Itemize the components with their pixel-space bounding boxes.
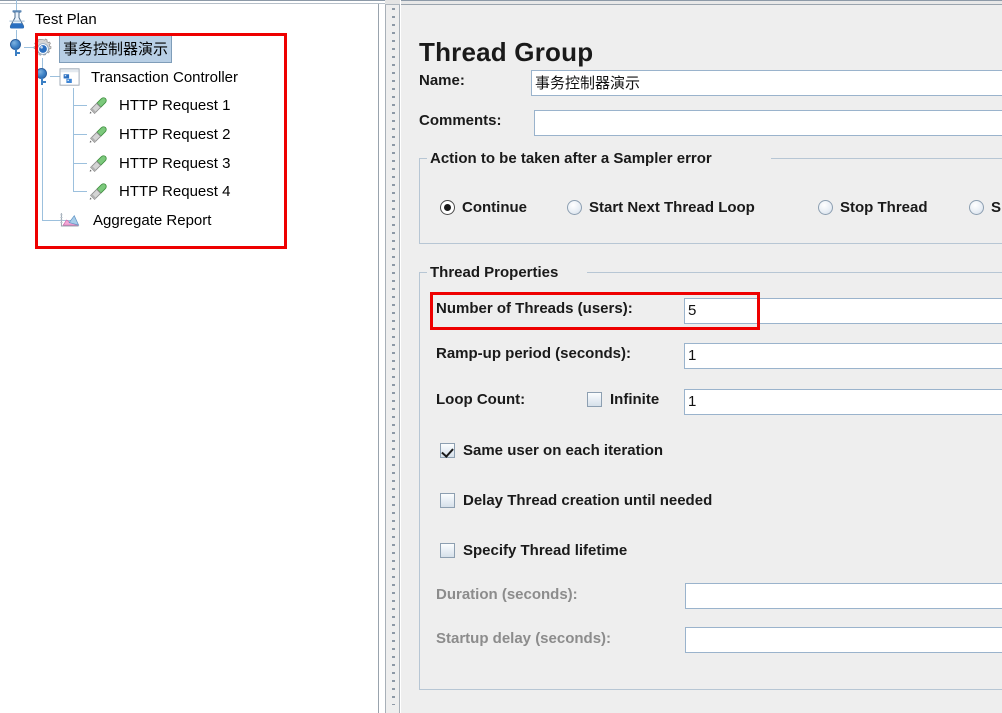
tree-node-label: HTTP Request 3 bbox=[119, 155, 231, 172]
radio-start-next-thread-loop[interactable]: Start Next Thread Loop bbox=[567, 199, 755, 216]
test-plan-tree-panel[interactable]: Test Plan 事务控制器演示 Transaction Controller… bbox=[0, 0, 385, 713]
page-title: Thread Group bbox=[419, 37, 594, 68]
panel-splitter[interactable] bbox=[385, 0, 400, 713]
radio-start-next-thread-loop-indicator[interactable] bbox=[567, 200, 582, 215]
tree-node-aggregate-report[interactable]: Aggregate Report bbox=[58, 208, 213, 234]
radio-stop-test[interactable]: S bbox=[969, 199, 1001, 216]
number-of-threads-row: Number of Threads (users): bbox=[436, 300, 633, 317]
tree-connector bbox=[73, 191, 87, 192]
thread-properties-group-border bbox=[587, 272, 1002, 273]
checkbox-same-user-on-each-iteration[interactable]: Same user on each iteration bbox=[440, 442, 663, 459]
radio-continue[interactable]: Continue bbox=[440, 199, 527, 216]
tree-panel-top-border bbox=[0, 0, 385, 4]
loop-count-row: Loop Count: bbox=[436, 391, 525, 408]
tree-node-label: Test Plan bbox=[35, 11, 97, 28]
startup-delay-input[interactable] bbox=[685, 627, 1002, 653]
thread-group-gear-icon bbox=[32, 38, 54, 60]
checkbox-delay-thread-creation-label: Delay Thread creation until needed bbox=[463, 492, 713, 509]
name-label: Name: bbox=[419, 72, 465, 89]
radio-stop-thread[interactable]: Stop Thread bbox=[818, 199, 928, 216]
http-request-pipette-icon bbox=[86, 124, 112, 146]
test-plan-flask-icon bbox=[6, 9, 28, 31]
splitter-grip-icon bbox=[392, 8, 395, 705]
tree-node-label: 事务控制器演示 bbox=[59, 35, 173, 63]
comments-label: Comments: bbox=[419, 112, 502, 129]
name-row: Name: bbox=[419, 72, 531, 89]
startup-delay-row: Startup delay (seconds): bbox=[436, 630, 611, 647]
comments-input[interactable] bbox=[534, 110, 1002, 136]
sampler-error-group-border bbox=[419, 158, 427, 159]
tree-connector bbox=[73, 88, 74, 192]
sampler-error-legend: Action to be taken after a Sampler error bbox=[427, 150, 715, 167]
startup-delay-label: Startup delay (seconds): bbox=[436, 630, 612, 647]
duration-row: Duration (seconds): bbox=[436, 586, 578, 603]
tree-panel-right-border bbox=[378, 4, 379, 713]
checkbox-infinite-indicator[interactable] bbox=[587, 392, 602, 407]
tree-node-label: HTTP Request 4 bbox=[119, 183, 231, 200]
handle-bar-icon bbox=[41, 81, 46, 83]
aggregate-report-chart-icon bbox=[58, 210, 86, 232]
name-input[interactable] bbox=[531, 70, 1002, 96]
tree-node-label: HTTP Request 2 bbox=[119, 126, 231, 143]
tree-node-label: HTTP Request 1 bbox=[119, 97, 231, 114]
checkbox-specify-thread-lifetime-indicator[interactable] bbox=[440, 543, 455, 558]
tree-node-http-request-2[interactable]: HTTP Request 2 bbox=[86, 122, 232, 148]
radio-start-next-thread-loop-label: Start Next Thread Loop bbox=[589, 199, 755, 216]
duration-label: Duration (seconds): bbox=[436, 586, 578, 603]
tree-connector bbox=[73, 134, 87, 135]
checkbox-specify-thread-lifetime-label: Specify Thread lifetime bbox=[463, 542, 628, 559]
tree-node-http-request-3[interactable]: HTTP Request 3 bbox=[86, 151, 232, 177]
rampup-row: Ramp-up period (seconds): bbox=[436, 345, 631, 362]
handle-bar-icon bbox=[15, 52, 20, 54]
tree-node-http-request-1[interactable]: HTTP Request 1 bbox=[86, 93, 232, 119]
tree-node-http-request-4[interactable]: HTTP Request 4 bbox=[86, 179, 232, 205]
loop-count-label: Loop Count: bbox=[436, 391, 526, 408]
right-panel-top-border bbox=[401, 0, 1002, 5]
radio-stop-test-label: S bbox=[991, 199, 1002, 216]
http-request-pipette-icon bbox=[86, 95, 112, 117]
radio-continue-indicator[interactable] bbox=[440, 200, 455, 215]
rampup-input[interactable] bbox=[684, 343, 1002, 369]
checkbox-infinite[interactable]: Infinite bbox=[587, 391, 659, 408]
checkbox-delay-thread-creation[interactable]: Delay Thread creation until needed bbox=[440, 492, 712, 509]
radio-stop-thread-label: Stop Thread bbox=[840, 199, 928, 216]
tree-node-test-plan[interactable]: Test Plan bbox=[6, 7, 99, 33]
number-of-threads-input[interactable] bbox=[684, 298, 1002, 324]
checkbox-specify-thread-lifetime[interactable]: Specify Thread lifetime bbox=[440, 542, 627, 559]
checkbox-same-user-label: Same user on each iteration bbox=[463, 442, 664, 459]
thread-group-config-panel: Thread Group Name: Comments: Action to b… bbox=[401, 0, 1002, 713]
number-of-threads-label: Number of Threads (users): bbox=[436, 300, 633, 317]
splitter-top-cap bbox=[385, 0, 400, 5]
tree-expand-handle-thread-group[interactable] bbox=[9, 39, 22, 56]
tree-node-transaction-controller[interactable]: Transaction Controller bbox=[58, 65, 240, 91]
checkbox-same-user-indicator[interactable] bbox=[440, 443, 455, 458]
duration-input[interactable] bbox=[685, 583, 1002, 609]
checkbox-infinite-label: Infinite bbox=[610, 391, 660, 408]
transaction-controller-icon bbox=[58, 67, 84, 89]
tree-node-thread-group[interactable]: 事务控制器演示 bbox=[32, 35, 173, 63]
http-request-pipette-icon bbox=[86, 181, 112, 203]
radio-stop-thread-indicator[interactable] bbox=[818, 200, 833, 215]
comments-row: Comments: bbox=[419, 112, 531, 129]
tree-connector bbox=[73, 105, 87, 106]
tree-node-label: Aggregate Report bbox=[93, 212, 212, 229]
radio-stop-test-indicator[interactable] bbox=[969, 200, 984, 215]
tree-connector bbox=[73, 163, 87, 164]
tree-node-label: Transaction Controller bbox=[91, 69, 239, 86]
loop-count-input[interactable] bbox=[684, 389, 1002, 415]
thread-properties-group-border bbox=[419, 272, 427, 273]
thread-properties-legend: Thread Properties bbox=[427, 264, 562, 281]
tree-expand-handle-transaction-controller[interactable] bbox=[35, 68, 48, 85]
sampler-error-group-border bbox=[771, 158, 1002, 159]
tree-connector bbox=[42, 88, 43, 221]
http-request-pipette-icon bbox=[86, 153, 112, 175]
checkbox-delay-thread-creation-indicator[interactable] bbox=[440, 493, 455, 508]
radio-continue-label: Continue bbox=[462, 199, 527, 216]
rampup-label: Ramp-up period (seconds): bbox=[436, 345, 632, 362]
